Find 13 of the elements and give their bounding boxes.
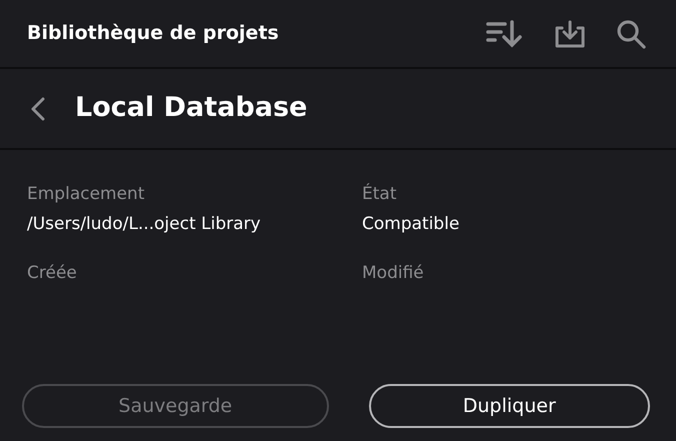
header-title: Bibliothèque de projets [27, 21, 279, 46]
page-title: Local Database [75, 91, 308, 126]
back-icon[interactable] [30, 96, 46, 120]
field-label: Emplacement [27, 184, 146, 204]
search-icon[interactable] [616, 18, 646, 48]
download-icon[interactable] [554, 20, 586, 48]
field-value: Compatible [362, 214, 460, 235]
field-label: État [362, 184, 398, 204]
field-value: /Users/ludo/L...oject Library [27, 214, 262, 235]
field-label: Créée [27, 262, 78, 284]
action-button[interactable]: Dupliquer [368, 384, 650, 428]
field-label: Modifié [362, 262, 425, 284]
sort-icon[interactable] [486, 20, 524, 48]
